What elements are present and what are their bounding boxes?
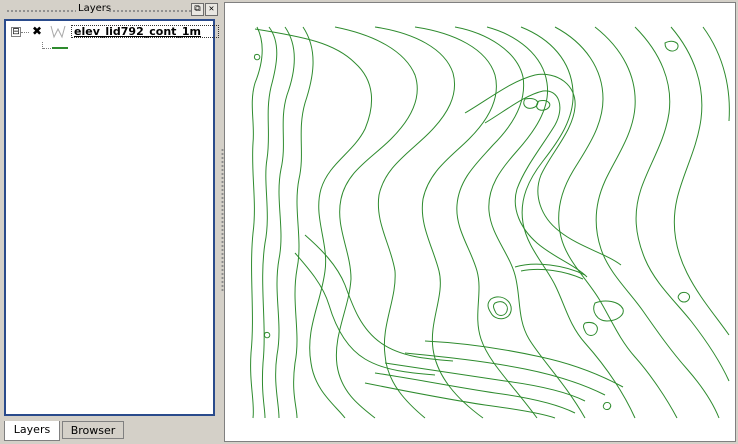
dock-title: Layers bbox=[78, 3, 112, 14]
titlebar-grip bbox=[108, 9, 192, 13]
layers-tree[interactable]: ⊟ ✖ elev_lid792_cont_1m bbox=[4, 19, 219, 416]
vector-line-icon bbox=[49, 24, 67, 39]
close-icon[interactable]: ✕ bbox=[205, 3, 218, 16]
tab-layers[interactable]: Layers bbox=[4, 421, 60, 441]
dock-titlebar[interactable]: Layers ⧉ ✕ bbox=[4, 2, 219, 18]
layer-name[interactable]: elev_lid792_cont_1m bbox=[71, 25, 219, 38]
legend-line-symbol bbox=[52, 47, 68, 49]
tree-connector bbox=[21, 32, 29, 33]
layer-visibility-checkbox[interactable]: ✖ bbox=[31, 25, 43, 37]
collapse-icon[interactable]: ⊟ bbox=[11, 27, 21, 37]
layer-row[interactable]: ⊟ ✖ elev_lid792_cont_1m bbox=[10, 24, 219, 40]
dock-tabs: Layers Browser bbox=[4, 421, 219, 441]
titlebar-grip bbox=[6, 9, 76, 13]
map-canvas[interactable] bbox=[224, 2, 736, 442]
tree-connector bbox=[43, 48, 51, 49]
tab-browser[interactable]: Browser bbox=[62, 421, 124, 439]
layers-dock: Layers ⧉ ✕ ⊟ ✖ elev_lid792_cont_1m Layer… bbox=[0, 0, 221, 444]
float-window-icon[interactable]: ⧉ bbox=[191, 3, 204, 16]
contour-map bbox=[250, 26, 730, 419]
